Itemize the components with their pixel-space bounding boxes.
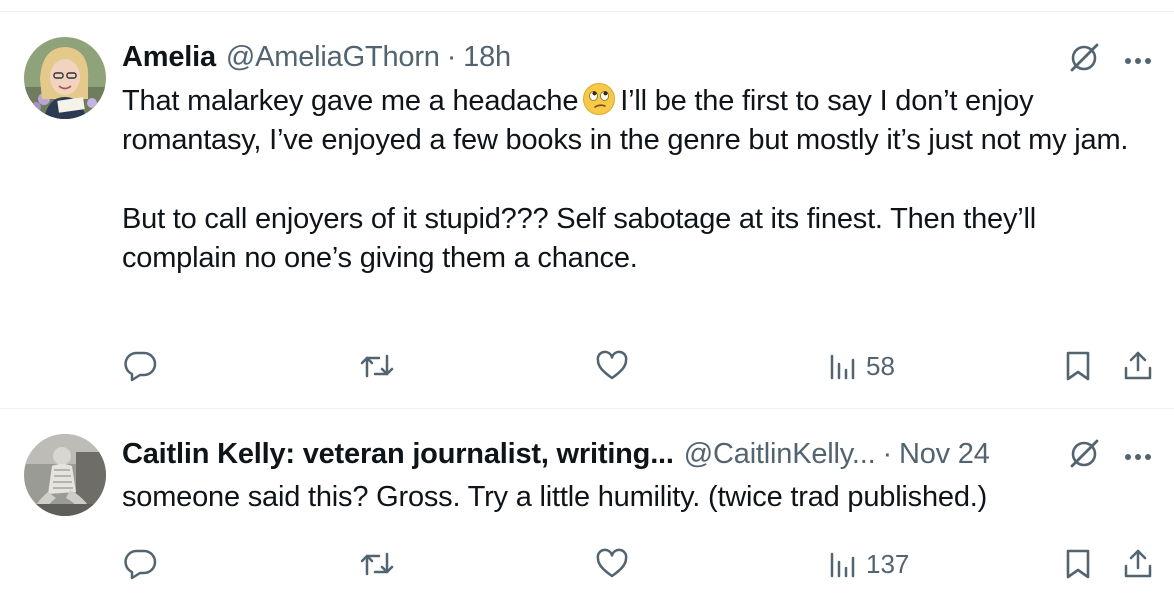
tweet-header: Amelia @AmeliaGThorn · 18h	[122, 37, 511, 77]
separator-dot: ·	[882, 437, 892, 470]
views-count: 137	[866, 548, 910, 579]
tweet-paragraph: That malarkey gave me a headache I’ll be…	[122, 82, 1158, 160]
share-button[interactable]	[1120, 544, 1156, 584]
tweet[interactable]: Amelia @AmeliaGThorn · 18h That malarkey…	[0, 12, 1174, 409]
views-button[interactable]: 58	[828, 346, 895, 386]
share-icon	[1120, 546, 1156, 582]
reply-icon	[122, 348, 158, 384]
display-name[interactable]: Caitlin Kelly: veteran journalist, writi…	[122, 438, 674, 471]
face-with-rolling-eyes-icon	[582, 82, 616, 116]
like-button[interactable]	[594, 346, 630, 386]
tweet-text-part: That malarkey gave me a headache	[122, 85, 579, 117]
like-icon	[594, 546, 630, 582]
reply-button[interactable]	[122, 544, 158, 584]
tweet[interactable]: Caitlin Kelly: veteran journalist, writi…	[0, 410, 1174, 598]
like-button[interactable]	[594, 544, 630, 584]
bookmark-icon	[1062, 546, 1094, 582]
tweet-top-icons	[1066, 40, 1152, 81]
bookmark-icon	[1062, 348, 1094, 384]
more-icon[interactable]	[1124, 448, 1152, 466]
retweet-button[interactable]	[358, 544, 396, 584]
reply-icon	[122, 546, 158, 582]
bookmark-button[interactable]	[1062, 346, 1094, 386]
avatar[interactable]	[24, 37, 106, 119]
retweet-icon	[358, 348, 396, 384]
retweet-button[interactable]	[358, 346, 396, 386]
timestamp[interactable]: Nov 24	[899, 438, 990, 471]
timestamp[interactable]: 18h	[463, 41, 511, 74]
views-count: 58	[866, 350, 895, 381]
like-icon	[594, 348, 630, 384]
grok-icon[interactable]	[1066, 40, 1102, 81]
bookmark-button[interactable]	[1062, 544, 1094, 584]
views-icon	[828, 348, 858, 384]
views-button[interactable]: 137	[828, 544, 909, 584]
tweet-actions: 58	[122, 346, 1156, 386]
user-handle[interactable]: @CaitlinKelly...	[684, 438, 876, 471]
share-icon	[1120, 348, 1156, 384]
retweet-icon	[358, 546, 396, 582]
user-handle[interactable]: @AmeliaGThorn	[226, 41, 440, 74]
tweet-header: Caitlin Kelly: veteran journalist, writi…	[122, 434, 990, 474]
share-button[interactable]	[1120, 346, 1156, 386]
views-icon	[828, 546, 858, 582]
more-icon[interactable]	[1124, 52, 1152, 70]
avatar[interactable]	[24, 434, 106, 516]
tweet-text: That malarkey gave me a headache I’ll be…	[122, 82, 1158, 278]
tweet-actions: 137	[122, 544, 1156, 584]
tweet-text: someone said this? Gross. Try a little h…	[122, 481, 988, 513]
separator-dot: ·	[446, 40, 457, 73]
tweet-paragraph: But to call enjoyers of it stupid??? Sel…	[122, 203, 1037, 274]
tweet-top-icons	[1066, 436, 1152, 477]
grok-icon[interactable]	[1066, 436, 1102, 477]
display-name[interactable]: Amelia	[122, 41, 216, 74]
reply-button[interactable]	[122, 346, 158, 386]
